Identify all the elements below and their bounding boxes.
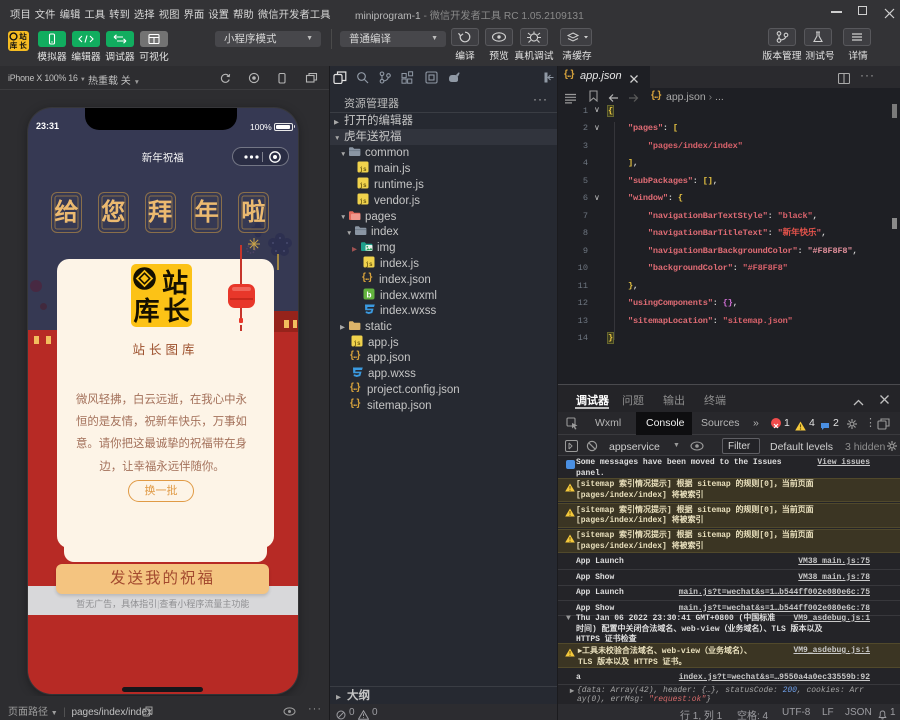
svg-text:库: 库 [10,40,18,50]
svg-text:js: js [353,340,361,347]
svg-text:站: 站 [19,31,27,41]
svg-text:js: js [365,261,373,268]
svg-text:库: 库 [133,296,159,326]
svg-text:js: js [359,182,367,189]
svg-text:长: 长 [19,40,27,50]
svg-text:js: js [359,198,367,205]
svg-text:js: js [359,166,367,173]
svg-text:站: 站 [162,268,188,298]
svg-text:长: 长 [163,296,190,326]
svg-text:b: b [366,289,371,299]
